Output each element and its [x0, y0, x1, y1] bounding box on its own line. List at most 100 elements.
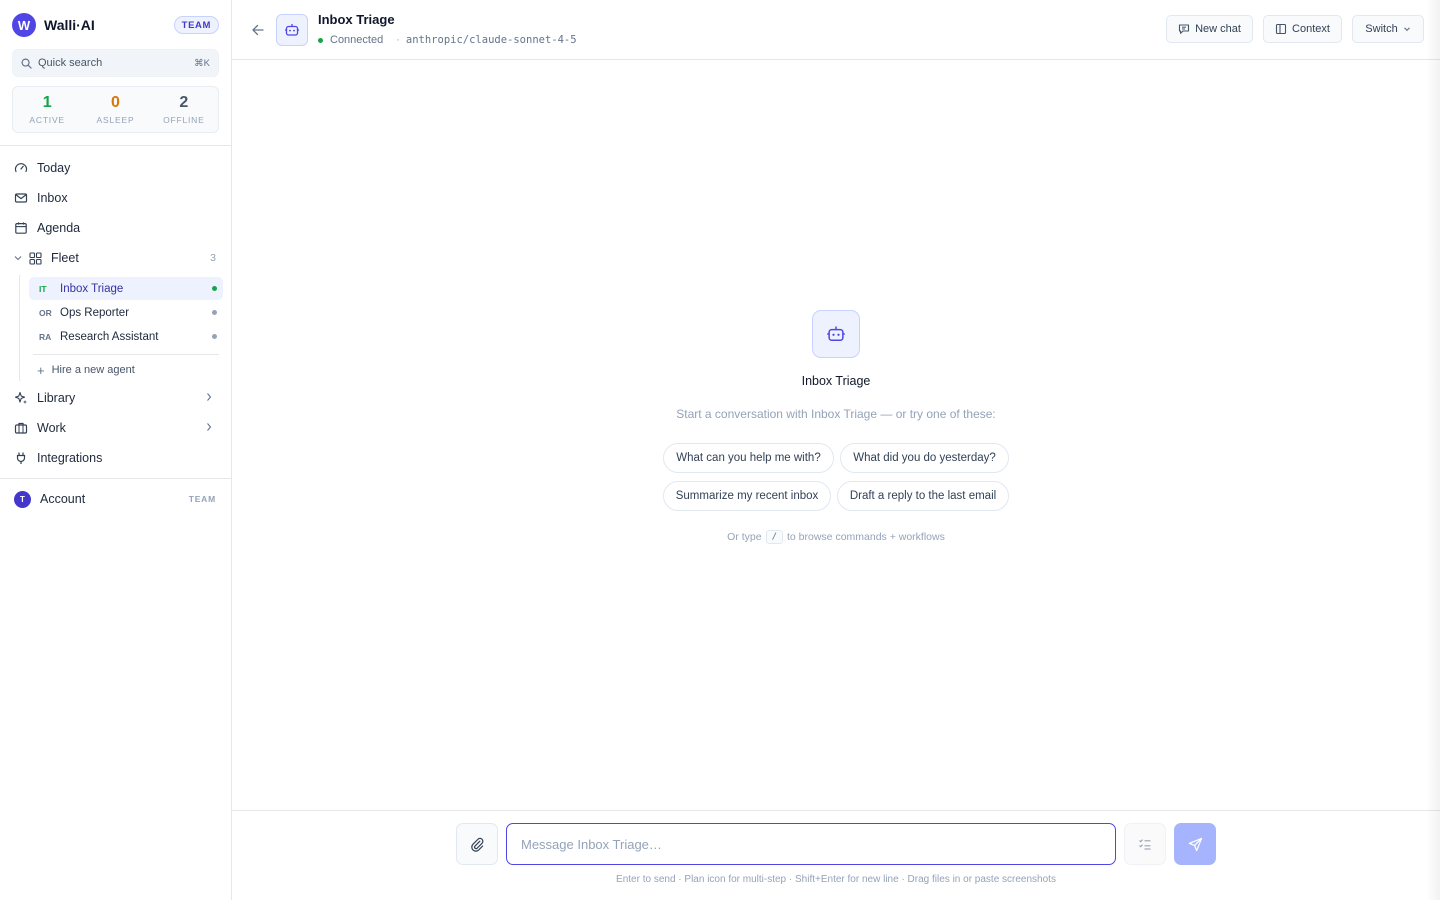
- sidebar-item-label: Work: [37, 421, 66, 435]
- sidebar-divider: [0, 478, 231, 479]
- stat-asleep-label: ASLEEP: [96, 115, 135, 125]
- slash-key: /: [765, 530, 783, 544]
- composer-hint: Enter to send · Plan icon for multi-step…: [616, 874, 1056, 885]
- agent-tag: RA: [39, 331, 52, 342]
- context-label: Context: [1292, 23, 1330, 35]
- team-badge: TEAM: [173, 16, 219, 34]
- avatar: T: [14, 490, 31, 508]
- agent-name: Inbox Triage: [60, 282, 124, 295]
- agent-name: Ops Reporter: [60, 306, 130, 319]
- search-icon: [21, 58, 32, 69]
- status-dot: [318, 37, 323, 43]
- agent-item-research-assistant[interactable]: RA Research Assistant: [29, 325, 223, 348]
- suggestion-chip[interactable]: What did you do yesterday?: [840, 443, 1009, 473]
- brand-logo: W: [12, 13, 36, 37]
- sidebar-item-label: Agenda: [37, 221, 81, 235]
- plug-icon: [14, 451, 28, 465]
- sidebar-item-library[interactable]: Library: [0, 383, 231, 413]
- chevron-right-icon: [207, 393, 212, 401]
- account-label: Account: [40, 492, 86, 506]
- switch-label: Switch: [1365, 23, 1398, 35]
- sidebar-item-inbox[interactable]: Inbox: [0, 183, 231, 213]
- sidebar-item-fleet[interactable]: Fleet 3: [0, 243, 231, 273]
- fleet-stats: 1 ACTIVE 0 ASLEEP 2 OFFLINE: [12, 86, 219, 133]
- tree-line: [19, 275, 20, 381]
- hint-text-after: to browse commands + workflows: [787, 531, 945, 543]
- suggestion-chip[interactable]: What can you help me with?: [663, 443, 834, 473]
- sidebar-item-integrations[interactable]: Integrations: [0, 443, 231, 473]
- sparkle-icon: [14, 391, 28, 405]
- suggestion-chip[interactable]: Summarize my recent inbox: [663, 481, 831, 511]
- hint-text-before: Or type: [727, 531, 762, 543]
- plus-icon: +: [37, 362, 45, 378]
- quick-search-shortcut: ⌘K: [194, 57, 210, 69]
- send-button[interactable]: [1174, 823, 1216, 865]
- grid-icon: [28, 251, 42, 265]
- agent-hero-icon: [812, 310, 860, 358]
- sidebar-item-label: Today: [37, 161, 71, 175]
- robot-icon: [827, 326, 845, 341]
- sidebar-item-work[interactable]: Work: [0, 413, 231, 443]
- model-name: anthropic/claude-sonnet-4-5: [405, 34, 577, 46]
- brand: W Walli·AI TEAM: [12, 13, 219, 37]
- fleet-count: 3: [210, 252, 216, 264]
- brand-name: Walli·AI: [44, 17, 95, 33]
- empty-state-title: Inbox Triage: [801, 374, 871, 388]
- chevron-right-icon: [207, 423, 212, 431]
- agent-tag: OR: [39, 307, 52, 318]
- separator: ·: [396, 34, 400, 46]
- switch-button[interactable]: Switch: [1352, 15, 1424, 43]
- sidebar-item-label: Inbox: [37, 191, 68, 205]
- stat-offline-label: OFFLINE: [163, 115, 205, 125]
- account-item[interactable]: T Account TEAM: [0, 487, 231, 511]
- plan-button[interactable]: [1124, 823, 1166, 865]
- status-text: Connected: [330, 34, 384, 46]
- hire-agent-button[interactable]: + Hire a new agent: [37, 362, 135, 378]
- panel-icon: [1275, 23, 1287, 35]
- stat-offline-value: 2: [179, 94, 189, 111]
- new-chat-button[interactable]: New chat: [1166, 15, 1253, 43]
- commands-hint: Or type / to browse commands + workflows: [636, 530, 1036, 544]
- agent-avatar: [276, 14, 308, 46]
- sidebar: W Walli·AI TEAM Quick search ⌘K 1 ACTIVE…: [0, 0, 232, 900]
- gauge-icon: [14, 161, 28, 175]
- empty-state-subtitle: Start a conversation with Inbox Triage —…: [676, 407, 996, 421]
- sidebar-divider: [0, 145, 231, 146]
- page-title: Inbox Triage: [318, 12, 395, 27]
- agent-tag: IT: [39, 283, 47, 294]
- robot-icon: [285, 24, 299, 36]
- attach-button[interactable]: [456, 823, 498, 865]
- paperclip-icon: [470, 837, 483, 852]
- sidebar-item-label: Library: [37, 391, 76, 405]
- chevron-down-icon: [1403, 27, 1410, 32]
- sidebar-item-label: Fleet: [51, 251, 79, 265]
- back-button[interactable]: [249, 21, 267, 39]
- calendar-icon: [14, 221, 28, 235]
- edge-shadow: [1426, 0, 1440, 900]
- status-dot: [212, 310, 217, 315]
- sidebar-item-agenda[interactable]: Agenda: [0, 213, 231, 243]
- sidebar-item-today[interactable]: Today: [0, 153, 231, 183]
- quick-search[interactable]: Quick search ⌘K: [12, 49, 219, 77]
- new-chat-label: New chat: [1195, 23, 1241, 35]
- agent-item-ops-reporter[interactable]: OR Ops Reporter: [29, 301, 223, 324]
- suggestion-chip[interactable]: Draft a reply to the last email: [837, 481, 1009, 511]
- agent-name: Research Assistant: [60, 330, 159, 343]
- agent-item-inbox-triage[interactable]: IT Inbox Triage: [29, 277, 223, 300]
- stat-asleep-value: 0: [111, 94, 120, 111]
- status-dot: [212, 286, 217, 291]
- send-icon: [1188, 837, 1202, 851]
- stat-active-label: ACTIVE: [29, 115, 65, 125]
- checklist-icon: [1139, 839, 1151, 850]
- stat-active-value: 1: [42, 94, 52, 111]
- stat-asleep: 0 ASLEEP: [81, 87, 149, 132]
- stat-active: 1 ACTIVE: [13, 87, 81, 132]
- chat-header: Inbox Triage Connected · anthropic/claud…: [232, 0, 1440, 60]
- briefcase-icon: [14, 421, 28, 435]
- context-button[interactable]: Context: [1263, 15, 1342, 43]
- chat-icon: [1179, 24, 1190, 34]
- message-input[interactable]: [506, 823, 1116, 865]
- stat-offline: 2 OFFLINE: [150, 87, 218, 132]
- status-dot: [212, 334, 217, 339]
- fleet-divider: [33, 354, 219, 355]
